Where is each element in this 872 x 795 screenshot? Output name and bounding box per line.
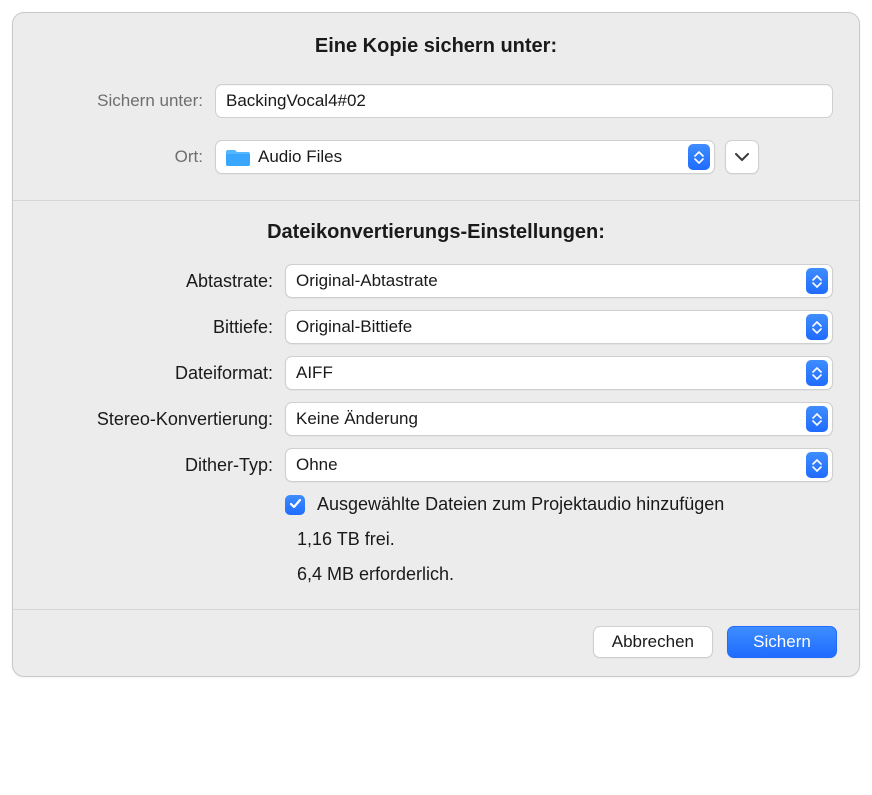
conversion-settings-section: Dateikonvertierungs-Einstellungen: Abtas…: [13, 201, 859, 609]
sample-rate-label: Abtastrate:: [39, 271, 285, 292]
stereo-conversion-label: Stereo-Konvertierung:: [39, 409, 285, 430]
file-format-label: Dateiformat:: [39, 363, 285, 384]
filename-label: Sichern unter:: [39, 91, 215, 111]
dialog-title: Eine Kopie sichern unter:: [39, 35, 833, 58]
stereo-conversion-value: Keine Änderung: [296, 409, 800, 429]
bit-depth-popup[interactable]: Original-Bittiefe: [285, 310, 833, 344]
dither-type-popup[interactable]: Ohne: [285, 448, 833, 482]
folder-icon: [226, 147, 250, 167]
dither-type-label: Dither-Typ:: [39, 455, 285, 476]
bit-depth-row: Bittiefe: Original-Bittiefe: [39, 310, 833, 344]
location-value: Audio Files: [258, 147, 682, 167]
add-to-project-label: Ausgewählte Dateien zum Projektaudio hin…: [317, 494, 724, 515]
location-label: Ort:: [39, 147, 215, 167]
updown-icon: [806, 268, 828, 294]
dialog-footer: Abbrechen Sichern: [13, 610, 859, 676]
updown-icon: [806, 452, 828, 478]
free-space-text: 1,16 TB frei.: [39, 529, 833, 550]
sample-rate-value: Original-Abtastrate: [296, 271, 800, 291]
stereo-conversion-popup[interactable]: Keine Änderung: [285, 402, 833, 436]
add-to-project-checkbox[interactable]: [285, 495, 305, 515]
location-row: Ort: Audio Files: [39, 140, 833, 174]
cancel-button-label: Abbrechen: [612, 632, 694, 652]
dither-type-row: Dither-Typ: Ohne: [39, 448, 833, 482]
save-top-section: Eine Kopie sichern unter: Sichern unter:…: [13, 13, 859, 200]
location-popup[interactable]: Audio Files: [215, 140, 715, 174]
expand-save-dialog-button[interactable]: [725, 140, 759, 174]
bit-depth-value: Original-Bittiefe: [296, 317, 800, 337]
stereo-conversion-row: Stereo-Konvertierung: Keine Änderung: [39, 402, 833, 436]
file-format-value: AIFF: [296, 363, 800, 383]
settings-title: Dateikonvertierungs-Einstellungen:: [39, 221, 833, 244]
save-button-label: Sichern: [753, 632, 811, 652]
filename-input[interactable]: [215, 84, 833, 118]
updown-icon: [806, 314, 828, 340]
sample-rate-row: Abtastrate: Original-Abtastrate: [39, 264, 833, 298]
required-space-text: 6,4 MB erforderlich.: [39, 564, 833, 585]
chevron-down-icon: [735, 147, 749, 167]
updown-icon: [806, 406, 828, 432]
bit-depth-label: Bittiefe:: [39, 317, 285, 338]
cancel-button[interactable]: Abbrechen: [593, 626, 713, 658]
updown-icon: [688, 144, 710, 170]
updown-icon: [806, 360, 828, 386]
save-button[interactable]: Sichern: [727, 626, 837, 658]
sample-rate-popup[interactable]: Original-Abtastrate: [285, 264, 833, 298]
add-to-project-row: Ausgewählte Dateien zum Projektaudio hin…: [39, 494, 833, 515]
checkmark-icon: [289, 495, 302, 515]
save-dialog: Eine Kopie sichern unter: Sichern unter:…: [12, 12, 860, 677]
filename-row: Sichern unter:: [39, 84, 833, 118]
file-format-popup[interactable]: AIFF: [285, 356, 833, 390]
dither-type-value: Ohne: [296, 455, 800, 475]
file-format-row: Dateiformat: AIFF: [39, 356, 833, 390]
